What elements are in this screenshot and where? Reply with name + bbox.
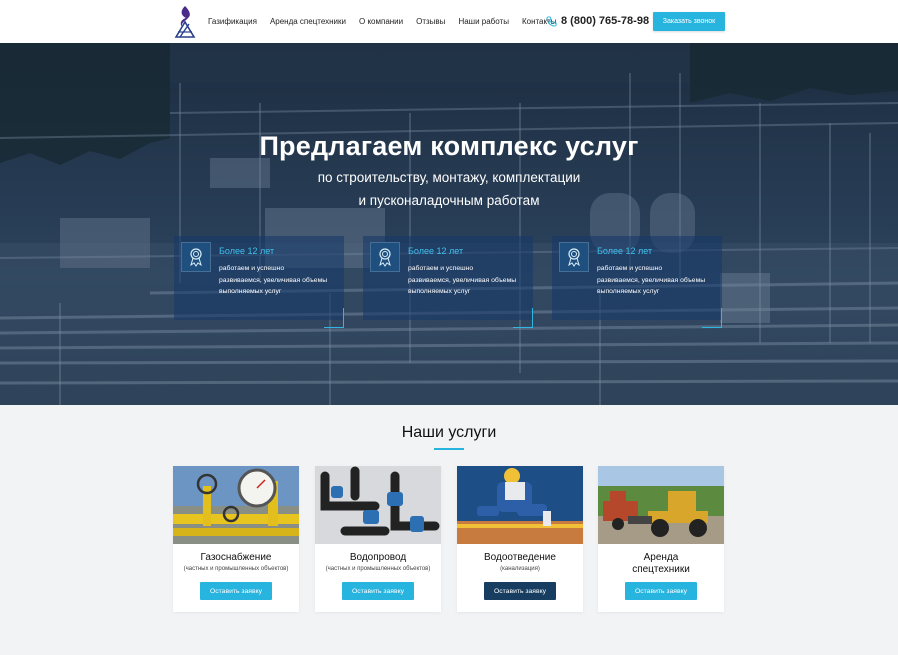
site-header: Газификация Аренда спецтехники О компани… <box>0 0 898 43</box>
gas-pipeline-image <box>173 466 299 544</box>
feature-description: работаем и успешно развиваемся, увеличив… <box>408 263 526 298</box>
feature-title: Более 12 лет <box>597 246 653 256</box>
leave-request-button[interactable]: Оставить заявку <box>342 582 414 600</box>
award-icon <box>181 242 211 272</box>
corner-accent <box>702 308 722 328</box>
service-card-gas[interactable]: Газоснабжение (частных и промышленных об… <box>173 466 299 612</box>
service-name: Водоотведение <box>484 552 556 563</box>
nav-gasification[interactable]: Газификация <box>208 17 257 26</box>
service-card-equipment-rental[interactable]: Аренда спецтехники Оставить заявку <box>598 466 724 612</box>
corner-accent <box>324 308 344 328</box>
worker-installing-image <box>457 466 583 544</box>
water-pipes-image <box>315 466 441 544</box>
feature-card: Более 12 лет работаем и успешно развивае… <box>363 236 533 328</box>
heading-underline <box>434 448 464 450</box>
feature-desc-line: работаем и успешно <box>219 265 285 272</box>
order-call-button[interactable]: Заказать звонок <box>653 12 725 31</box>
hero-subtitle-line1: по строительству, монтажу, комплектации <box>317 170 581 185</box>
main-nav: Газификация Аренда спецтехники О компани… <box>208 0 570 43</box>
service-card-sewage[interactable]: Водоотведение (канализация) Оставить зая… <box>457 466 583 612</box>
service-note: (частных и промышленных объектов) <box>183 566 289 572</box>
phone-block[interactable]: 8 (800) 765-78-98 <box>546 15 649 27</box>
feature-card: Более 12 лет работаем и успешно развивае… <box>552 236 722 328</box>
feature-desc-line: работаем и успешно <box>408 265 474 272</box>
corner-accent <box>513 308 533 328</box>
service-name: Газоснабжение <box>200 552 272 563</box>
feature-desc-line: развиваемся, увеличивая объемы <box>597 276 706 284</box>
leave-request-button[interactable]: Оставить заявку <box>484 582 556 600</box>
feature-description: работаем и успешно развиваемся, увеличив… <box>597 263 715 298</box>
feature-desc-line: выполняемых услуг <box>408 288 471 295</box>
service-note: (канализация) <box>500 566 540 572</box>
feature-description: работаем и успешно развиваемся, увеличив… <box>219 263 337 298</box>
feature-desc-line: выполняемых услуг <box>219 288 282 295</box>
construction-machinery-image <box>598 466 724 544</box>
nav-our-works[interactable]: Наши работы <box>458 17 509 26</box>
feature-desc-line: развиваемся, увеличивая объемы <box>408 276 517 284</box>
leave-request-button[interactable]: Оставить заявку <box>625 582 697 600</box>
hero-title: Предлагаем комплекс услуг <box>259 131 639 161</box>
award-icon <box>559 242 589 272</box>
company-logo[interactable] <box>173 4 197 38</box>
award-icon <box>370 242 400 272</box>
phone-icon <box>546 15 557 27</box>
service-name: Водопровод <box>349 552 407 563</box>
feature-title: Более 12 лет <box>408 246 464 256</box>
feature-title: Более 12 лет <box>219 246 275 256</box>
hero-subtitle: по строительству, монтажу, комплектации … <box>0 166 898 212</box>
services-heading: Наши услуги <box>401 424 497 441</box>
nav-equipment-rental[interactable]: Аренда спецтехники <box>270 17 346 26</box>
service-name: Аренда спецтехники <box>632 552 690 575</box>
hero-subtitle-line2: и пусконаладочным работам <box>358 193 540 208</box>
feature-desc-line: развиваемся, увеличивая объемы <box>219 276 328 284</box>
service-note: (частных и промышленных объектов) <box>325 566 431 572</box>
feature-card: Более 12 лет работаем и успешно развивае… <box>174 236 344 328</box>
nav-reviews[interactable]: Отзывы <box>416 17 445 26</box>
leave-request-button[interactable]: Оставить заявку <box>200 582 272 600</box>
service-card-water-supply[interactable]: Водопровод (частных и промышленных объек… <box>315 466 441 612</box>
nav-about[interactable]: О компании <box>359 17 403 26</box>
phone-number: 8 (800) 765-78-98 <box>561 15 650 27</box>
hero-section: Предлагаем комплекс услуг по строительст… <box>0 43 898 405</box>
feature-desc-line: выполняемых услуг <box>597 288 660 295</box>
hero-overlay <box>0 43 898 405</box>
feature-desc-line: работаем и успешно <box>597 265 663 272</box>
